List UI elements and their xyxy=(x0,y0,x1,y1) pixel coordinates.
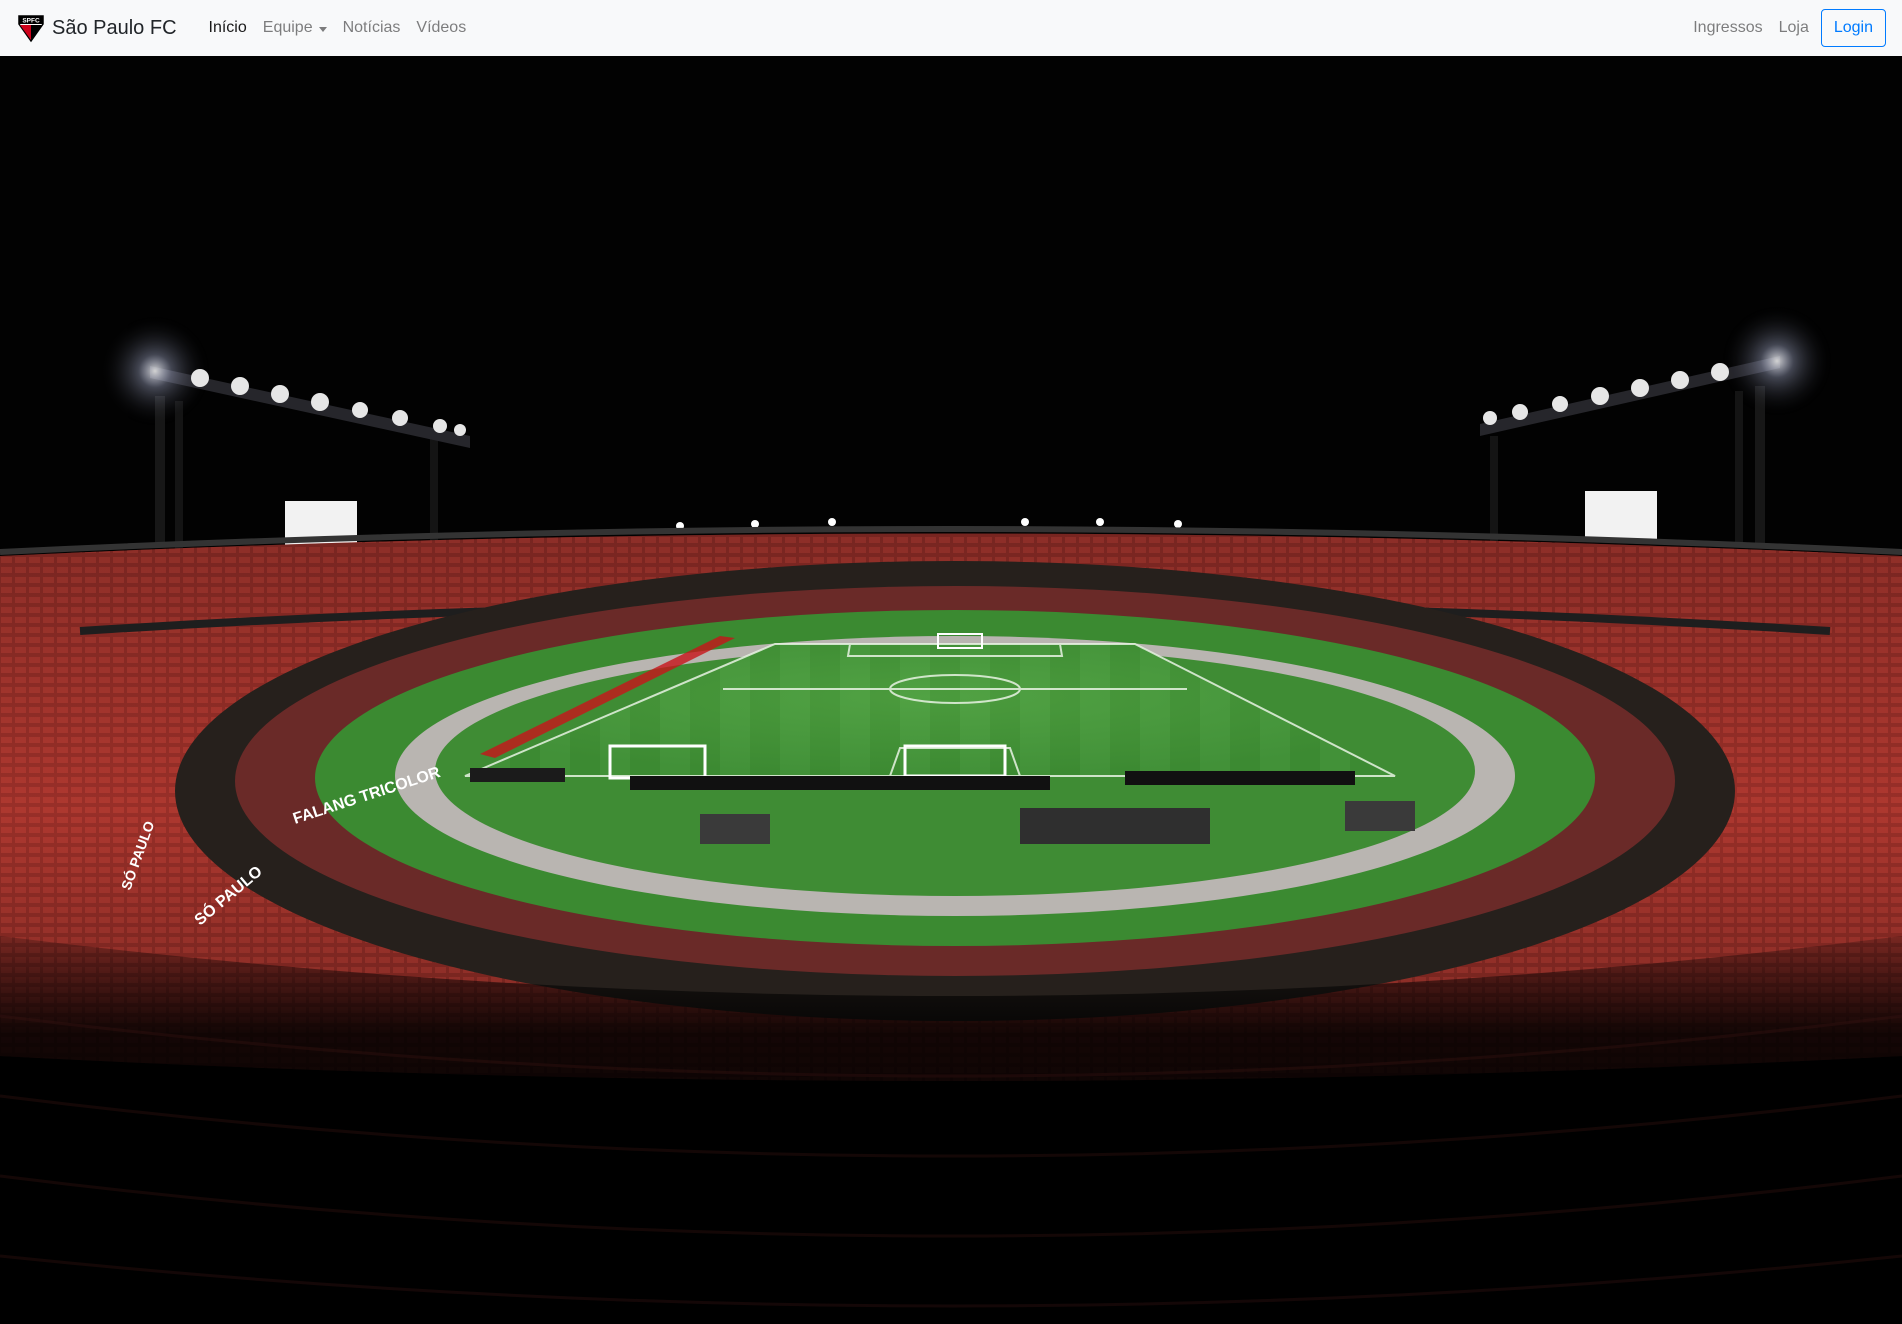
nav-link-label: Ingressos xyxy=(1693,19,1763,36)
login-button[interactable]: Login xyxy=(1820,9,1886,47)
nav-link-videos[interactable]: Vídeos xyxy=(408,11,474,45)
nav-link-loja[interactable]: Loja xyxy=(1771,11,1817,45)
stadium-illustration: FALANG TRICOLOR SÓ PAULO SÓ PAULO xyxy=(0,56,1902,1324)
crest-lettering: SPFC xyxy=(22,18,40,25)
nav-link-ingressos[interactable]: Ingressos xyxy=(1685,11,1770,45)
nav-link-label: Notícias xyxy=(342,19,401,36)
top-navbar: SPFC São Paulo FC Início Equipe Notícias… xyxy=(0,0,1902,56)
brand-name: São Paulo FC xyxy=(52,16,177,39)
primary-nav: Início Equipe Notícias Vídeos xyxy=(201,11,1686,45)
nav-link-label: Loja xyxy=(1778,19,1809,36)
spfc-crest-icon: SPFC xyxy=(18,15,44,43)
scoreboard-right xyxy=(1585,491,1657,539)
nav-link-inicio[interactable]: Início xyxy=(201,11,255,45)
nav-dropdown-equipe[interactable]: Equipe xyxy=(255,11,335,45)
secondary-nav: Ingressos Loja Login xyxy=(1685,9,1886,47)
nav-link-label: Vídeos xyxy=(416,19,467,36)
caret-down-icon xyxy=(318,26,327,32)
nav-link-label: Equipe xyxy=(262,19,313,36)
nav-link-noticias[interactable]: Notícias xyxy=(335,11,409,45)
brand-link[interactable]: SPFC São Paulo FC xyxy=(16,13,177,43)
hero-stadium-image: FALANG TRICOLOR SÓ PAULO SÓ PAULO xyxy=(0,56,1902,1324)
nav-link-label: Início xyxy=(208,19,247,36)
